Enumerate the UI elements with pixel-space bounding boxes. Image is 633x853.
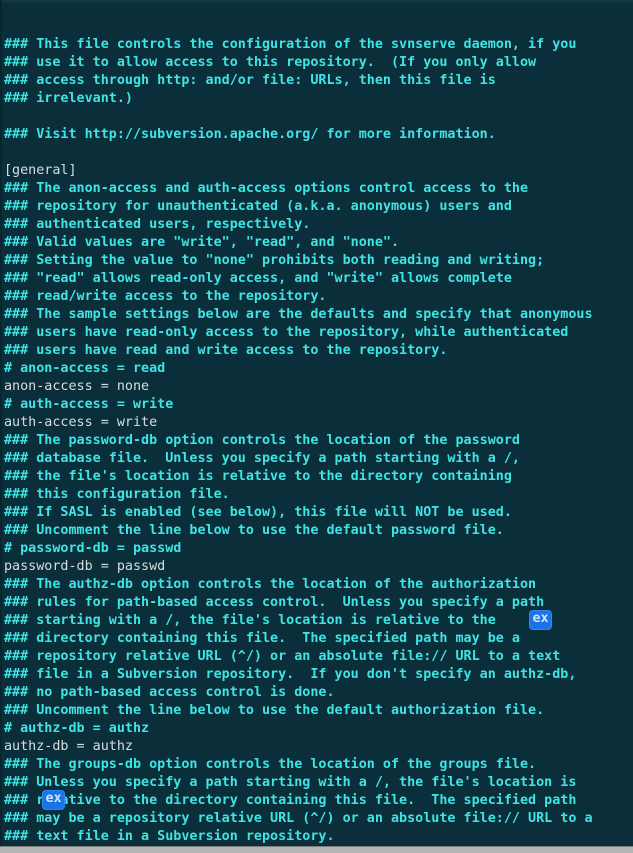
editor-line: ### read/write access to the repository.: [4, 289, 327, 304]
editor-line: # auth-access = write: [4, 397, 174, 412]
window-bottom-bar: [0, 846, 633, 853]
editor-line: ### authenticated users, respectively.: [4, 217, 311, 232]
editor-line: anon-access = none: [4, 379, 150, 394]
editor-line: ### "read" allows read-only access, and …: [4, 271, 512, 286]
editor-line: ### The groups-db option controls the lo…: [4, 757, 537, 772]
editor-line: ### Uncomment the line below to use the …: [4, 523, 504, 538]
editor-line: ### The anon-access and auth-access opti…: [4, 181, 529, 196]
editor-line: ### may be a repository relative URL (^/…: [4, 811, 593, 826]
editor-line: # password-db = passwd: [4, 541, 182, 556]
editor-line: # authz-db = authz: [4, 721, 150, 736]
editor-line: ### no path-based access control is done…: [4, 685, 335, 700]
editor-line: password-db = passwd: [4, 559, 166, 574]
editor-line: ### file in a Subversion repository. If …: [4, 667, 577, 682]
editor-line: authz-db = authz: [4, 739, 133, 754]
editor-line: ### The authz-db option controls the loc…: [4, 577, 537, 592]
editor-line: ### users have read and write access to …: [4, 343, 448, 358]
editor-line: ### repository relative URL (^/) or an a…: [4, 649, 561, 664]
editor-line: ### use it to allow access to this repos…: [4, 55, 537, 70]
editor-line: ### If SASL is enabled (see below), this…: [4, 505, 512, 520]
editor-line: ### starting with a /, the file's locati…: [4, 613, 496, 628]
editor-line: ### Unless you specify a path starting w…: [4, 775, 577, 790]
editor-line: # anon-access = read: [4, 361, 166, 376]
editor-line: ### repository for unauthenticated (a.k.…: [4, 199, 512, 214]
editor-line: ### Visit http://subversion.apache.org/ …: [4, 127, 496, 142]
editor-line: auth-access = write: [4, 415, 158, 430]
editor-line: ### text file in a Subversion repository…: [4, 829, 335, 844]
editor-line: ### Valid values are "write", "read", an…: [4, 235, 400, 250]
editor-line: ### irrelevant.): [4, 91, 133, 106]
editor-line: ### the file's location is relative to t…: [4, 469, 512, 484]
editor-line: ### database file. Unless you specify a …: [4, 451, 520, 466]
editor-line: ### Uncomment the line below to use the …: [4, 703, 545, 718]
editor-line: ### users have read-only access to the r…: [4, 325, 569, 340]
editor-line: ### The password-db option controls the …: [4, 433, 520, 448]
editor-line: ### relative to the directory containing…: [4, 793, 577, 808]
terminal-window[interactable]: ### This file controls the configuration…: [0, 0, 633, 853]
editor-line: ### directory containing this file. The …: [4, 631, 520, 646]
editor-line: ### access through http: and/or file: UR…: [4, 73, 496, 88]
editor-line: ### rules for path-based access control.…: [4, 595, 545, 610]
editor-line: ### this configuration file.: [4, 487, 230, 502]
editor-text-area[interactable]: ### This file controls the configuration…: [4, 0, 633, 853]
editor-lines: ### This file controls the configuration…: [4, 36, 633, 853]
editor-line: [general]: [4, 163, 77, 178]
editor-line: ### Setting the value to "none" prohibit…: [4, 253, 545, 268]
editor-line: ### The sample settings below are the de…: [4, 307, 593, 322]
window-left-frame: [0, 0, 2, 853]
editor-line: ### This file controls the configuration…: [4, 37, 577, 52]
